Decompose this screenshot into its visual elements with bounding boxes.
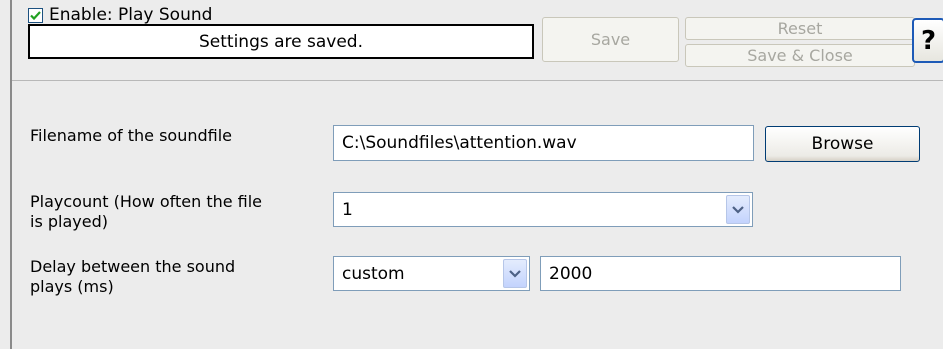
- save-button[interactable]: Save: [542, 17, 679, 62]
- playcount-label-line2: is played): [30, 212, 108, 231]
- playcount-label-line1: Playcount (How often the file: [30, 192, 263, 211]
- playcount-dropdown-button[interactable]: [726, 195, 750, 224]
- save-button-label: Save: [590, 30, 631, 49]
- delay-label-line2: plays (ms): [30, 277, 114, 296]
- enable-label: Enable: Play Sound: [49, 5, 213, 25]
- delay-mode-dropdown-button[interactable]: [503, 259, 527, 288]
- playcount-select[interactable]: 1: [333, 192, 753, 227]
- chevron-down-icon: [732, 205, 744, 214]
- enable-checkbox[interactable]: [28, 7, 43, 23]
- help-button[interactable]: ?: [912, 18, 943, 63]
- checkmark-icon: [30, 10, 41, 20]
- header-divider: [12, 80, 943, 81]
- browse-button-label: Browse: [811, 134, 874, 154]
- delay-mode-select[interactable]: custom: [333, 256, 530, 291]
- filename-input[interactable]: C:\Soundfiles\attention.wav: [333, 125, 754, 161]
- status-text: Settings are saved.: [198, 31, 363, 52]
- reset-button[interactable]: Reset: [685, 17, 915, 40]
- save-close-button[interactable]: Save & Close: [685, 44, 915, 67]
- delay-ms-value: 2000: [549, 263, 593, 284]
- filename-value: C:\Soundfiles\attention.wav: [342, 133, 577, 153]
- delay-ms-input[interactable]: 2000: [540, 256, 901, 291]
- save-close-button-label: Save & Close: [747, 46, 853, 65]
- reset-button-label: Reset: [777, 19, 823, 38]
- status-text-box: Settings are saved.: [28, 24, 534, 59]
- playcount-label: Playcount (How often the file is played): [30, 192, 262, 232]
- browse-button[interactable]: Browse: [765, 126, 920, 162]
- delay-label: Delay between the sound plays (ms): [30, 257, 235, 297]
- delay-mode-value: custom: [342, 263, 405, 284]
- filename-label: Filename of the soundfile: [30, 126, 233, 145]
- settings-panel: Enable: Play Sound Settings are saved. S…: [10, 0, 943, 349]
- chevron-down-icon: [509, 269, 521, 278]
- playcount-value: 1: [342, 199, 353, 220]
- help-icon: ?: [920, 25, 937, 56]
- delay-label-line1: Delay between the sound: [30, 257, 236, 276]
